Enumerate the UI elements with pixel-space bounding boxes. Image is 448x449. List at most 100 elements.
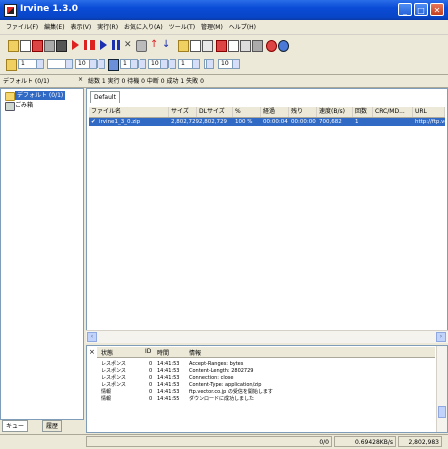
file-list-hscroll[interactable]: ‹ › (86, 330, 448, 343)
minimize-button[interactable]: _ (398, 3, 412, 16)
timer-icon (108, 59, 119, 71)
col-count[interactable]: 回数 (353, 107, 373, 117)
trash-icon[interactable] (136, 40, 147, 52)
interval-spinner[interactable]: 10 (218, 59, 240, 69)
tab-queue[interactable]: キュー (2, 420, 29, 432)
tab-history[interactable]: 履歴 (42, 420, 63, 432)
title-bar: Irvine 1.3.0 _ □ ✕ (0, 0, 448, 20)
threads-spinner[interactable]: 1 (18, 59, 44, 69)
pause-icon[interactable] (84, 40, 90, 50)
scroll-left-icon[interactable]: ‹ (87, 332, 97, 342)
arrow-up-icon[interactable]: ↑ (150, 40, 159, 50)
left-tabs: キュー 履歴 (0, 420, 84, 432)
log-col-status[interactable]: 状態 (101, 348, 113, 357)
record-icon[interactable] (266, 40, 277, 52)
timeout-spinner[interactable]: 10 (75, 59, 97, 69)
toolbar: ✕ ↑ ↓ (0, 36, 448, 56)
globe-icon[interactable] (278, 40, 289, 52)
document-icon[interactable] (190, 40, 201, 52)
log-col-info[interactable]: 情報 (189, 348, 201, 357)
cell-remaining: 00:00:00 (291, 119, 316, 125)
status-jobs: 0/0 (86, 436, 332, 447)
col-remaining[interactable]: 残り (289, 107, 317, 117)
file-list-header: ファイル名 サイズ DLサイズ % 経過 残り 速度(B/s) 回数 CRC/M… (89, 107, 445, 118)
cell-count: 1 (355, 119, 359, 125)
menu-favorites[interactable]: お気に入り(A) (122, 20, 165, 33)
cell-filename: irvine1_3_0.zip (99, 119, 141, 125)
tab-default[interactable]: Default (90, 91, 120, 103)
play-icon[interactable] (72, 40, 79, 50)
col-elapsed[interactable]: 経過 (261, 107, 289, 117)
summary-text: 総数 1 実行 0 待機 0 中断 0 成功 1 失敗 0 (88, 78, 204, 85)
log-col-time[interactable]: 時間 (157, 348, 169, 357)
status-total: 2,802,983 (398, 436, 442, 447)
file-list-pane: Default ファイル名 サイズ DLサイズ % 経過 残り 速度(B/s) … (86, 88, 448, 342)
open-icon[interactable] (8, 40, 19, 52)
tree-item-trash[interactable]: ごみ箱 (15, 101, 33, 110)
queue-close-icon[interactable]: × (78, 76, 83, 83)
delete-icon[interactable] (32, 40, 43, 52)
retry-spinner[interactable]: 1 (120, 59, 138, 69)
retry-wait-spinner[interactable]: 10 (148, 59, 168, 69)
max-jobs-spinner[interactable]: 1 (178, 59, 200, 69)
status-bar: 0/0 0.69428KB/s 2,802,983 (0, 434, 448, 449)
col-speed[interactable]: 速度(B/s) (317, 107, 353, 117)
trash-icon (5, 102, 15, 111)
properties-icon[interactable] (202, 40, 213, 52)
spinner-2[interactable] (47, 59, 73, 69)
options-bar: 1 10 1 10 1 10 (0, 57, 448, 72)
spinner-8[interactable] (168, 59, 176, 69)
col-size[interactable]: サイズ (169, 107, 197, 117)
menu-help[interactable]: ヘルプ(H) (227, 20, 258, 33)
spinner-6[interactable] (138, 59, 146, 69)
col-filename[interactable]: ファイル名 (89, 107, 169, 117)
table-row[interactable]: ✔ irvine1_3_0.zip 2,802,729 2,802,729 10… (89, 118, 447, 126)
cell-speed: 700,682 (319, 119, 342, 125)
log-header: 状態 ID 時間 情報 (97, 347, 435, 358)
thread-icon (6, 59, 17, 71)
settings-icon[interactable] (252, 40, 263, 52)
copy-icon[interactable] (44, 40, 55, 52)
spinner-10[interactable] (204, 59, 214, 69)
menu-edit[interactable]: 編集(E) (42, 20, 66, 33)
new-icon[interactable] (20, 40, 31, 52)
col-crc[interactable]: CRC/MD... (373, 107, 413, 117)
col-url[interactable]: URL (413, 107, 445, 117)
maximize-button[interactable]: □ (414, 3, 428, 16)
cell-percent: 100 % (235, 119, 253, 125)
log-col-id[interactable]: ID (145, 348, 151, 355)
log-pane: × 状態 ID 時間 情報 レスポンス 0 14:41:53 Accept-Range… (86, 345, 448, 433)
folder-icon (5, 92, 15, 101)
scroll-right-icon[interactable]: › (436, 332, 446, 342)
close-button[interactable]: ✕ (430, 3, 444, 16)
window-title: Irvine 1.3.0 (20, 4, 79, 14)
col-dlsize[interactable]: DLサイズ (197, 107, 233, 117)
cancel-icon[interactable]: ✕ (124, 40, 133, 50)
cell-url: http://ftp.ve (415, 119, 447, 125)
cell-elapsed: 00:00:04 (263, 119, 288, 125)
save-icon[interactable] (56, 40, 67, 52)
menu-manage[interactable]: 管理(M) (199, 20, 225, 33)
clipboard-icon[interactable] (240, 40, 251, 52)
pause-all-icon[interactable] (112, 40, 115, 50)
queue-tree: デフォルト (0/1) ごみ箱 (0, 88, 84, 420)
menu-view[interactable]: 表示(V) (68, 20, 93, 33)
page-icon[interactable] (228, 40, 239, 52)
menu-run[interactable]: 実行(R) (95, 20, 120, 33)
col-percent[interactable]: % (233, 107, 261, 117)
status-speed: 0.69428KB/s (334, 436, 396, 447)
arrow-down-icon[interactable]: ↓ (162, 40, 171, 50)
stop-icon[interactable] (216, 40, 227, 52)
spinner-4[interactable] (97, 59, 105, 69)
menu-tools[interactable]: ツール(T) (167, 20, 197, 33)
app-icon (4, 4, 17, 17)
log-vscroll[interactable] (436, 346, 447, 432)
cell-dlsize: 2,802,729 (199, 119, 227, 125)
log-close-icon[interactable]: × (89, 348, 95, 356)
folder-icon[interactable] (178, 40, 189, 52)
play-all-icon[interactable] (100, 40, 107, 50)
tree-item-default[interactable]: デフォルト (0/1) (15, 91, 66, 100)
menu-file[interactable]: ファイル(F) (4, 20, 40, 33)
cell-size: 2,802,729 (171, 119, 199, 125)
log-scroll-thumb[interactable] (438, 406, 446, 418)
